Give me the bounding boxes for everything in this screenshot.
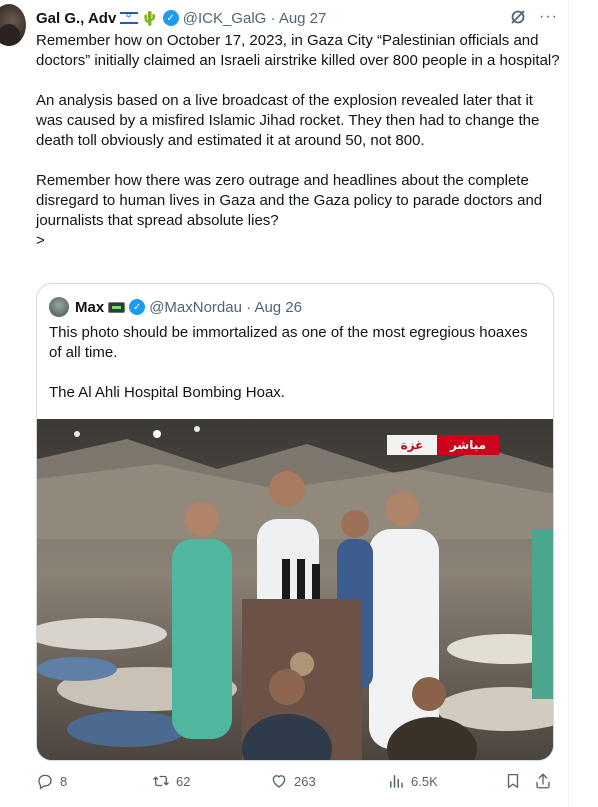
like-button[interactable]: 263 [270,771,316,791]
tweet-action-bar: 8 62 263 6.5K [36,771,556,791]
quoted-tweet-text: This photo should be immortalized as one… [49,323,543,403]
quoted-paragraph: The Al Ahli Hospital Bombing Hoax. [49,384,285,401]
reply-count: 8 [60,773,68,789]
like-count: 263 [294,773,316,789]
reply-button[interactable]: 8 [36,771,67,791]
tweet-top-actions: ··· [509,8,558,26]
reply-icon [38,774,52,790]
verified-badge-icon: ✓ [129,299,146,315]
grok-icon[interactable] [509,8,527,26]
quoted-tweet-header: Max ✓ @MaxNordau · Aug 26 [49,297,302,317]
repost-count: 62 [176,773,191,789]
author-handle-date[interactable]: @ICK_GalG · Aug 27 [183,10,327,27]
bookmark-button[interactable] [504,771,522,791]
repost-button[interactable]: 62 [152,771,190,791]
repost-icon [153,775,169,787]
more-options-icon[interactable]: ··· [539,8,558,26]
views-icon [390,775,403,788]
press-conference-image [37,419,553,760]
cactus-emoji: 🌵 [141,9,159,26]
tweet-paragraph: Remember how there was zero outrage and … [36,172,543,249]
views-button[interactable]: 6.5K [387,771,438,791]
view-count: 6.5K [411,773,438,789]
share-icon [536,773,550,789]
tweet[interactable]: Gal G., Adv 🌵 ✓ @ICK_GalG · Aug 27 ··· R… [0,0,598,807]
share-button[interactable] [534,771,552,791]
author-name[interactable]: Gal G., Adv [36,10,116,27]
quoted-author-name: Max [75,298,105,316]
live-badge: مباشر [449,438,487,452]
quoted-author-avatar [49,297,69,317]
location-badge: غزة [400,438,424,452]
quoted-paragraph: This photo should be immortalized as one… [49,324,532,361]
laptop-emoji-icon [108,301,126,313]
quoted-tweet[interactable]: Max ✓ @MaxNordau · Aug 26 This photo sho… [36,283,554,761]
quoted-tweet-photo[interactable]: مباشر غزة [37,419,553,760]
tweet-header: Gal G., Adv 🌵 ✓ @ICK_GalG · Aug 27 [36,8,326,28]
tweet-text: Remember how on October 17, 2023, in Gaz… [36,31,561,251]
bookmark-icon [507,773,519,789]
timeline-divider [568,0,569,807]
author-avatar[interactable] [0,4,26,46]
verified-badge-icon: ✓ [162,10,179,26]
quoted-author-handle-date: @MaxNordau · Aug 26 [149,298,302,316]
israel-flag-icon [120,11,139,24]
tweet-paragraph: An analysis based on a live broadcast of… [36,92,544,149]
tweet-paragraph: Remember how on October 17, 2023, in Gaz… [36,32,560,69]
heart-icon [272,775,286,788]
